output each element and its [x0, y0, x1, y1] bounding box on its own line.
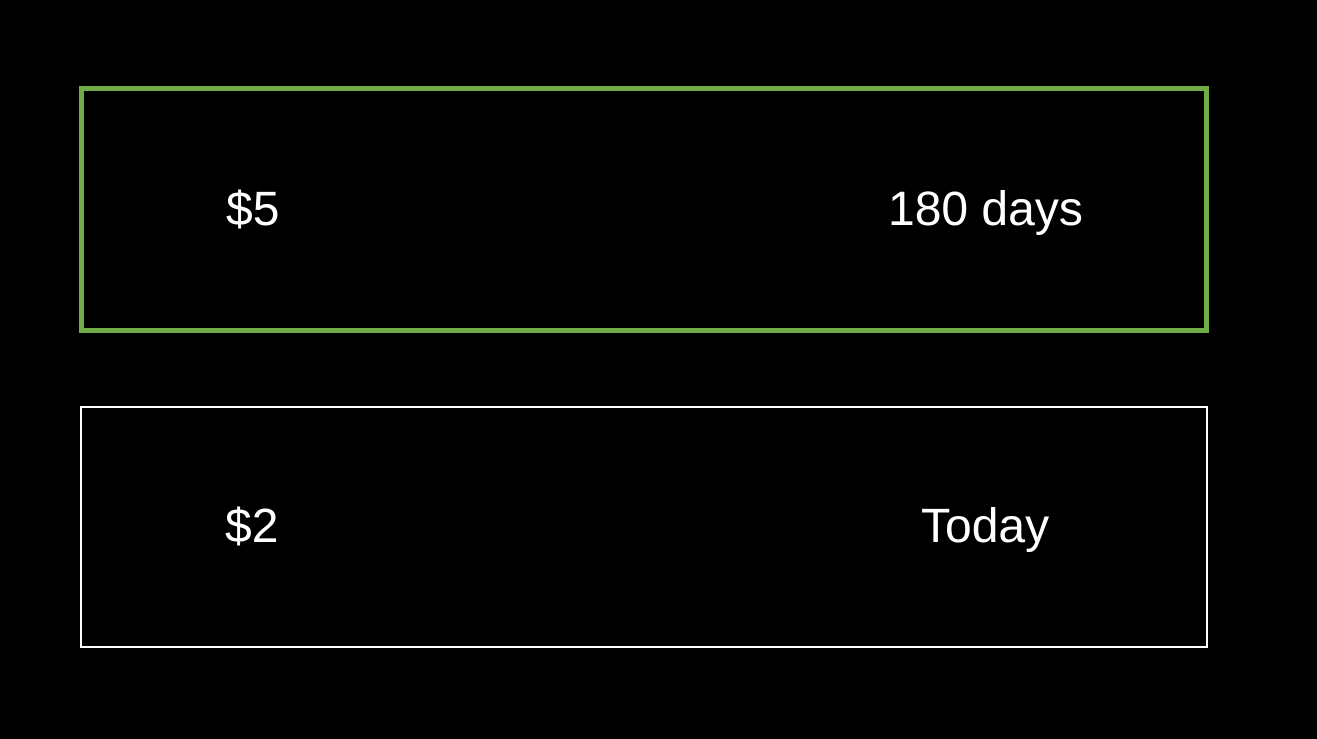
choice-screen: $5 180 days $2 Today: [0, 0, 1317, 739]
option-timing: Today: [921, 500, 1050, 553]
option-amount: $5: [226, 182, 280, 236]
option-timing: 180 days: [888, 182, 1083, 236]
option-amount: $2: [225, 500, 279, 553]
option-later-selected[interactable]: $5 180 days: [79, 86, 1209, 333]
option-today[interactable]: $2 Today: [80, 406, 1208, 648]
